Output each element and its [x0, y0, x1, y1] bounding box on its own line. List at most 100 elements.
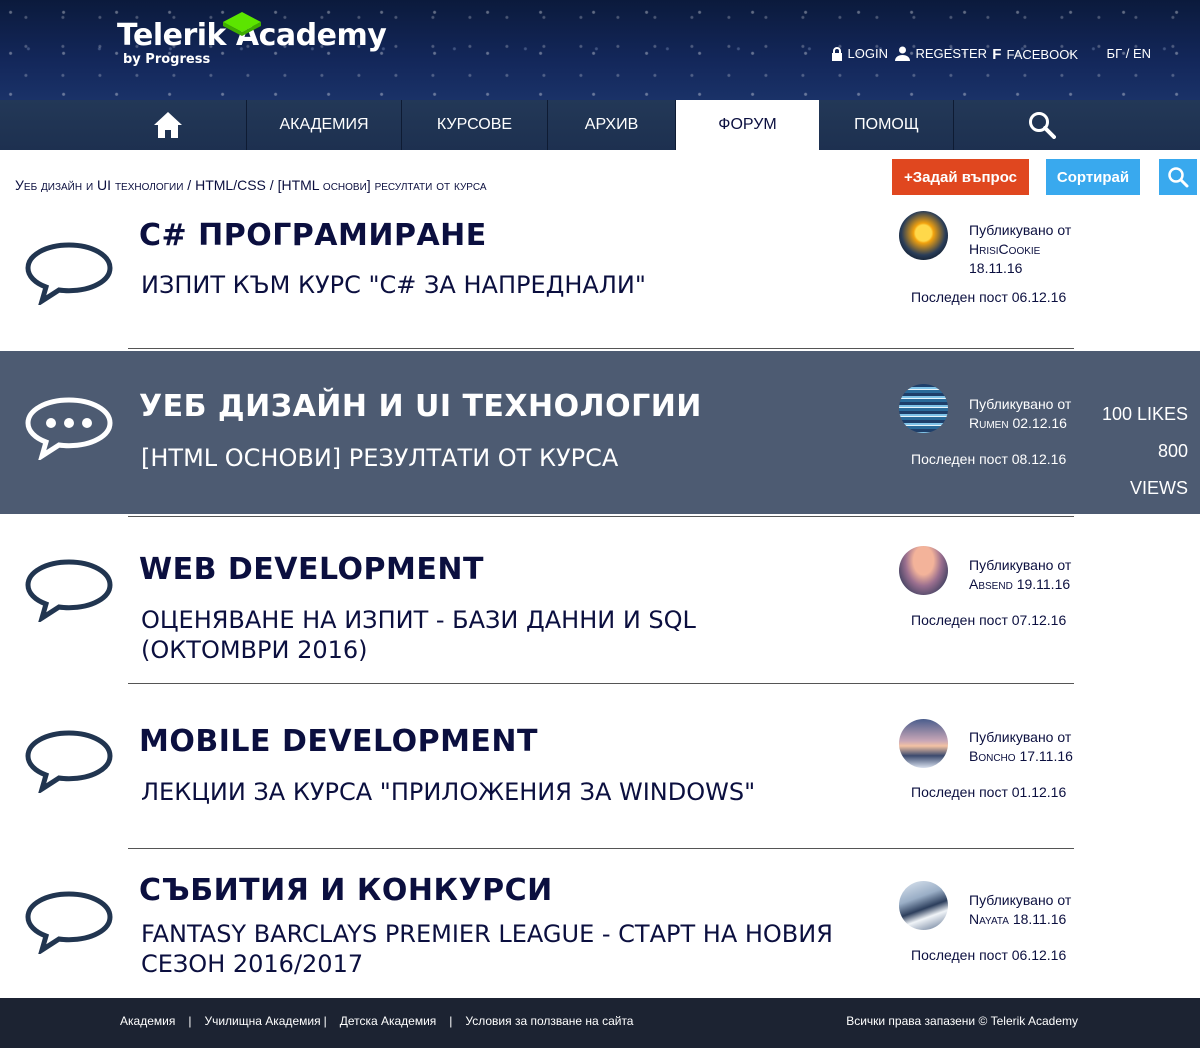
divider	[128, 516, 1074, 517]
avatar[interactable]	[899, 546, 948, 595]
logo[interactable]: Telerik Academy by Progress	[117, 12, 387, 67]
author-name[interactable]: Boncho	[969, 748, 1016, 764]
register-link[interactable]: REGESTER	[895, 46, 987, 61]
topic-title[interactable]: ИЗПИТ КЪМ КУРС "C# ЗА НАПРЕДНАЛИ"	[141, 270, 841, 300]
published-date: 18.11.16	[1012, 911, 1067, 927]
footer-separator: |	[323, 1014, 327, 1028]
facebook-link[interactable]: F FACEBOOK	[992, 46, 1078, 63]
topic-meta: Публикувано от Nayata 18.11.16	[969, 891, 1071, 929]
topic-meta: Публикувано от Boncho 17.11.16	[969, 728, 1073, 766]
footer-separator: |	[188, 1014, 192, 1028]
graduation-hat-icon	[223, 12, 261, 36]
footer-link[interactable]: Училищна Академия	[204, 1014, 320, 1028]
topic-category[interactable]: СЪБИТИЯ И КОНКУРСИ	[139, 873, 553, 908]
topic-title[interactable]: ЛЕКЦИИ ЗА КУРСА "ПРИЛОЖЕНИЯ ЗА WINDOWS"	[141, 777, 841, 807]
nav-item-archive[interactable]: АРХИВ	[548, 100, 676, 150]
published-label: Публикувано от	[969, 729, 1072, 745]
topic-meta: Публикувано от Absend 19.11.16	[969, 556, 1071, 594]
user-icon	[895, 46, 911, 61]
search-icon	[1029, 112, 1056, 139]
breadcrumb-item[interactable]: HTML/CSS	[195, 177, 266, 193]
nav-search[interactable]	[954, 100, 1130, 150]
nav-item-courses[interactable]: КУРСОВЕ	[402, 100, 548, 150]
topic-row[interactable]: MOBILE DEVELOPMENT ЛЕКЦИИ ЗА КУРСА "ПРИЛ…	[0, 685, 1200, 847]
author-name[interactable]: HrisiCookie	[969, 240, 1071, 259]
last-post: Последен пост 06.12.16	[911, 289, 1067, 305]
breadcrumb-item-current[interactable]: [HTML основи] ресултати от курса	[278, 177, 487, 193]
published-label: Публикувано от	[969, 396, 1072, 412]
published-label: Публикувано от	[969, 557, 1072, 573]
divider	[128, 848, 1074, 849]
register-label: REGESTER	[915, 46, 987, 61]
topic-category[interactable]: WEB DEVELOPMENT	[139, 552, 484, 587]
copyright: Всички права запазени © Telerik Academy	[846, 1014, 1078, 1028]
header: Telerik Academy by Progress LOGIN REGEST…	[0, 0, 1200, 100]
topic-row-highlighted[interactable]: УЕБ ДИЗАЙН И UI ТЕХНОЛОГИИ [HTML ОСНОВИ]…	[0, 351, 1200, 514]
avatar[interactable]	[899, 384, 948, 433]
avatar[interactable]	[899, 211, 948, 260]
speech-bubble-icon	[25, 559, 113, 622]
last-post: Последен пост 06.12.16	[911, 947, 1067, 963]
author-name[interactable]: Absend	[969, 576, 1013, 592]
views-count: 800 VIEWS	[1129, 441, 1188, 498]
lock-icon	[831, 46, 842, 61]
topic-meta: Публикувано от Rumen 02.12.16	[969, 395, 1071, 433]
speech-bubble-icon	[25, 730, 113, 793]
last-post: Последен пост 08.12.16	[911, 451, 1067, 467]
avatar[interactable]	[899, 881, 948, 930]
nav-home[interactable]	[90, 100, 247, 150]
topic-title[interactable]: ОЦЕНЯВАНЕ НА ИЗПИТ - БАЗИ ДАННИ И SQL (О…	[141, 605, 761, 665]
topic-stats: 100 LIKES 800 VIEWS	[1098, 396, 1188, 507]
published-date: 18.11.16	[969, 260, 1023, 276]
published-date: 17.11.16	[1019, 748, 1073, 764]
facebook-icon: F	[992, 46, 1002, 63]
breadcrumb-separator: /	[265, 177, 278, 193]
topic-row[interactable]: WEB DEVELOPMENT ОЦЕНЯВАНЕ НА ИЗПИТ - БАЗ…	[0, 518, 1200, 682]
published-label: Публикувано от	[969, 222, 1072, 238]
topic-title[interactable]: [HTML ОСНОВИ] РЕЗУЛТАТИ ОТ КУРСА	[141, 443, 841, 473]
footer-link[interactable]: Академия	[120, 1014, 175, 1028]
facebook-label: FACEBOOK	[1006, 47, 1078, 62]
footer-links: Академия | Училищна Академия | Детска Академ…	[120, 1014, 633, 1028]
breadcrumb: Уеб дизайн и UI технологии / HTML/CSS / …	[15, 177, 487, 193]
published-label: Публикувано от	[969, 892, 1072, 908]
nav-item-academy[interactable]: АКАДЕМИЯ	[247, 100, 402, 150]
breadcrumb-item[interactable]: Уеб дизайн и UI технологии	[15, 177, 183, 193]
likes-count: 100 LIKES	[1101, 404, 1188, 424]
last-post: Последен пост 01.12.16	[911, 784, 1067, 800]
topic-row[interactable]: C# ПРОГРАМИРАНЕ ИЗПИТ КЪМ КУРС "C# ЗА НА…	[0, 200, 1200, 348]
sort-button[interactable]: Сортирай	[1046, 159, 1140, 195]
published-date: 19.11.16	[1016, 576, 1071, 592]
author-name[interactable]: Nayata	[969, 911, 1009, 927]
speech-bubble-icon	[25, 242, 113, 305]
topic-meta: Публикувано от HrisiCookie 18.11.16	[969, 221, 1071, 278]
published-date: 02.12.16	[1012, 415, 1067, 431]
topic-row[interactable]: СЪБИТИЯ И КОНКУРСИ FANTASY BARCLAYS PREM…	[0, 850, 1200, 998]
footer-link[interactable]: Условия за ползване на сайта	[465, 1014, 633, 1028]
divider	[128, 683, 1074, 684]
speech-bubble-dots-icon	[25, 397, 113, 460]
footer: Академия | Училищна Академия | Детска Академ…	[0, 998, 1200, 1048]
forum-search-button[interactable]	[1159, 159, 1197, 195]
topic-category[interactable]: УЕБ ДИЗАЙН И UI ТЕХНОЛОГИИ	[139, 389, 702, 424]
footer-link[interactable]: Детска Академия	[340, 1014, 437, 1028]
speech-bubble-icon	[25, 891, 113, 954]
author-name[interactable]: Rumen	[969, 415, 1009, 431]
divider	[128, 348, 1074, 349]
login-label: LOGIN	[847, 46, 888, 61]
topic-title[interactable]: FANTASY BARCLAYS PREMIER LEAGUE - СТАРТ …	[141, 919, 841, 979]
login-link[interactable]: LOGIN	[831, 46, 888, 61]
avatar[interactable]	[899, 719, 948, 768]
ask-question-button[interactable]: +Задай въпрос	[892, 159, 1029, 195]
breadcrumb-separator: /	[183, 177, 196, 193]
main-nav: АКАДЕМИЯ КУРСОВЕ АРХИВ ФОРУМ ПОМОЩ	[0, 100, 1200, 150]
last-post: Последен пост 07.12.16	[911, 612, 1067, 628]
topic-category[interactable]: MOBILE DEVELOPMENT	[139, 724, 538, 759]
nav-item-forum[interactable]: ФОРУМ	[676, 100, 819, 150]
search-icon	[1168, 167, 1189, 188]
language-switch[interactable]: БГ / EN	[1107, 46, 1151, 61]
nav-item-help[interactable]: ПОМОЩ	[820, 100, 954, 150]
logo-subtitle: by Progress	[123, 52, 211, 67]
topic-category[interactable]: C# ПРОГРАМИРАНЕ	[139, 218, 487, 253]
home-icon	[154, 112, 182, 138]
